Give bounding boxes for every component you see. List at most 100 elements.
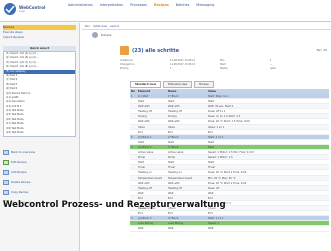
table-cell: 2* Block <box>168 135 179 139</box>
table-body: 1 (1) Start 1* Block Start: Step: 1x 1 Start… <box>130 94 329 232</box>
menu-item-recipes[interactable]: Recipes <box>154 3 169 7</box>
table-cell: Start <box>208 145 215 149</box>
quick-select-list[interactable]: (1) Import .xml (4) xy (2) … (2) Import .… <box>3 51 76 137</box>
info-row: Priority 1 Status open <box>120 67 330 71</box>
table-cell: 4* Block <box>168 217 179 221</box>
copy-recipe-action[interactable]: Copy Recipe <box>3 187 76 197</box>
quick-select-item[interactable]: (19) Test Mode <box>4 131 75 135</box>
order-id: Tec: 33 <box>316 48 327 52</box>
subtab-extended-view[interactable]: Extended view <box>163 81 193 88</box>
table-cell <box>130 119 138 123</box>
table-cell: Wait with <box>168 105 180 109</box>
menu-item-messaging[interactable]: Messaging <box>196 3 214 7</box>
action-label: Delete Recipe <box>11 180 31 184</box>
table-cell: Min: 20 °C Max: 30 °C <box>208 176 236 180</box>
table-cell: 3* Block <box>168 145 179 149</box>
table-cell <box>130 176 138 180</box>
arrow-left-icon <box>3 149 9 155</box>
page-title: Details <box>101 33 112 37</box>
menu-item-administration[interactable]: Administration <box>68 3 93 7</box>
table-cell: 4 <box>131 217 133 221</box>
table-cell: 1* Block <box>168 95 179 98</box>
table-cell: Wait <box>208 227 214 231</box>
table-cell <box>130 160 138 164</box>
table-cell: Wait <box>208 191 214 195</box>
table-row[interactable]: Wait Wait Wait <box>130 226 329 232</box>
table-cell: 3 <box>131 145 133 149</box>
table-cell <box>130 140 138 144</box>
action-label: Back to overview <box>11 150 36 154</box>
steps-table: No Element Name Value 1 (1) Start 1* Block… <box>130 89 329 232</box>
table-cell: Dose: 20 °C Start 1 Time: 0:00 <box>208 181 247 185</box>
table-cell: Wait with <box>138 181 150 185</box>
table-cell: Start <box>168 100 175 104</box>
table-cell: Start: Step: 1x 1 <box>208 95 229 98</box>
logo-mark-icon <box>4 3 16 15</box>
webcontrol-logo[interactable]: WebControl sugo <box>3 2 45 16</box>
table-cell <box>130 99 138 103</box>
add-recipe-action[interactable]: Add Recipe <box>3 167 76 177</box>
table-cell: End <box>168 130 173 134</box>
table-cell <box>130 226 138 230</box>
table-cell: Start <box>208 161 215 165</box>
table-cell <box>130 104 138 108</box>
table-cell: Dose: on 1x 1 2 Start: 1.5 <box>208 115 241 119</box>
tab-run[interactable]: Run <box>85 25 90 28</box>
table-cell: Valve: 1 1x 1 <box>208 125 225 129</box>
table-cell: (2) Block 1 <box>138 135 152 139</box>
table-cell: Speed: 1 Motor: 1.5 <box>208 156 233 160</box>
subtab-standard-view[interactable]: Standard view <box>130 81 162 88</box>
table-cell: Timer <box>208 166 216 170</box>
table-cell: Heating off <box>138 110 152 114</box>
subtab-browse[interactable]: Browse <box>194 81 214 88</box>
info-block: Created on 11.08.2017 13:45:11 Prio 1 Change… <box>120 59 330 72</box>
edit-recipe-action[interactable]: Edit Recipe <box>3 157 76 167</box>
table-cell: Heating on <box>168 171 182 175</box>
menu-item-processes[interactable]: Processes <box>130 3 147 7</box>
table-cell: Heating off <box>138 186 152 190</box>
tab-layout[interactable]: Layout <box>110 25 119 28</box>
back-to-overview-action[interactable]: Back to overview <box>3 147 76 157</box>
main-menu: Administration Interpretation Processes … <box>68 3 214 7</box>
gear-icon <box>92 32 98 38</box>
table-cell: Start: 1 1x 1 <box>208 135 224 139</box>
table-cell: Start <box>208 100 215 104</box>
table-cell: Load Mixing <box>168 222 183 226</box>
sidebar-links: Batches Execute steps Import Recipes <box>0 23 79 42</box>
table-cell: Speed: 1 Motor: 1.5 Min: Flow: 0.4 lit <box>208 151 254 155</box>
table-cell <box>130 155 138 159</box>
table-cell: (3) Block 2 <box>138 145 152 149</box>
table-cell <box>130 191 138 195</box>
table-cell: Dose: 1 1x 1 1x: 1 <box>208 201 231 205</box>
copy-icon <box>3 189 9 195</box>
table-cell <box>130 170 138 174</box>
table-cell: Wait <box>138 191 144 195</box>
table-cell: End <box>208 196 213 200</box>
table-cell: End <box>138 130 143 134</box>
table-cell: Active valve <box>138 151 154 155</box>
table-cell: Wait: 30 sec, Start 1 <box>208 105 234 109</box>
table-cell: Dose: 20 °C Start: 1.5 Time: 0:00 <box>208 120 250 124</box>
table-cell: Dosing <box>168 115 177 119</box>
menu-item-interpretation[interactable]: Interpretation <box>100 3 123 7</box>
table-cell <box>130 114 138 118</box>
table-cell: 1 <box>131 95 133 98</box>
table-cell: Wait with <box>168 120 180 124</box>
page-header: Details <box>92 32 111 38</box>
table-cell: 2 <box>131 135 133 139</box>
app-header: WebControl sugo Administration Interpret… <box>0 0 331 22</box>
sidebar-link-import-recipes[interactable]: Import Recipes <box>3 35 76 40</box>
table-cell <box>130 211 138 215</box>
delete-recipe-action[interactable]: Delete Recipe <box>3 177 76 187</box>
sidebar-actions: Back to overview Edit Recipe Add Recipe … <box>3 147 76 207</box>
table-cell: Wait <box>168 191 174 195</box>
table-cell: Wait <box>138 227 144 231</box>
recipe-icon <box>120 46 129 55</box>
menu-item-batches[interactable]: Batches <box>176 3 190 7</box>
sidebar: Batches Execute steps Import Recipes Qui… <box>0 23 80 251</box>
tab-initial-view[interactable]: Initial view <box>93 25 107 28</box>
table-cell <box>130 109 138 113</box>
action-label: Add Recipe <box>11 170 27 174</box>
table-cell: (1) Start <box>138 95 149 98</box>
table-cell: End <box>168 212 173 216</box>
